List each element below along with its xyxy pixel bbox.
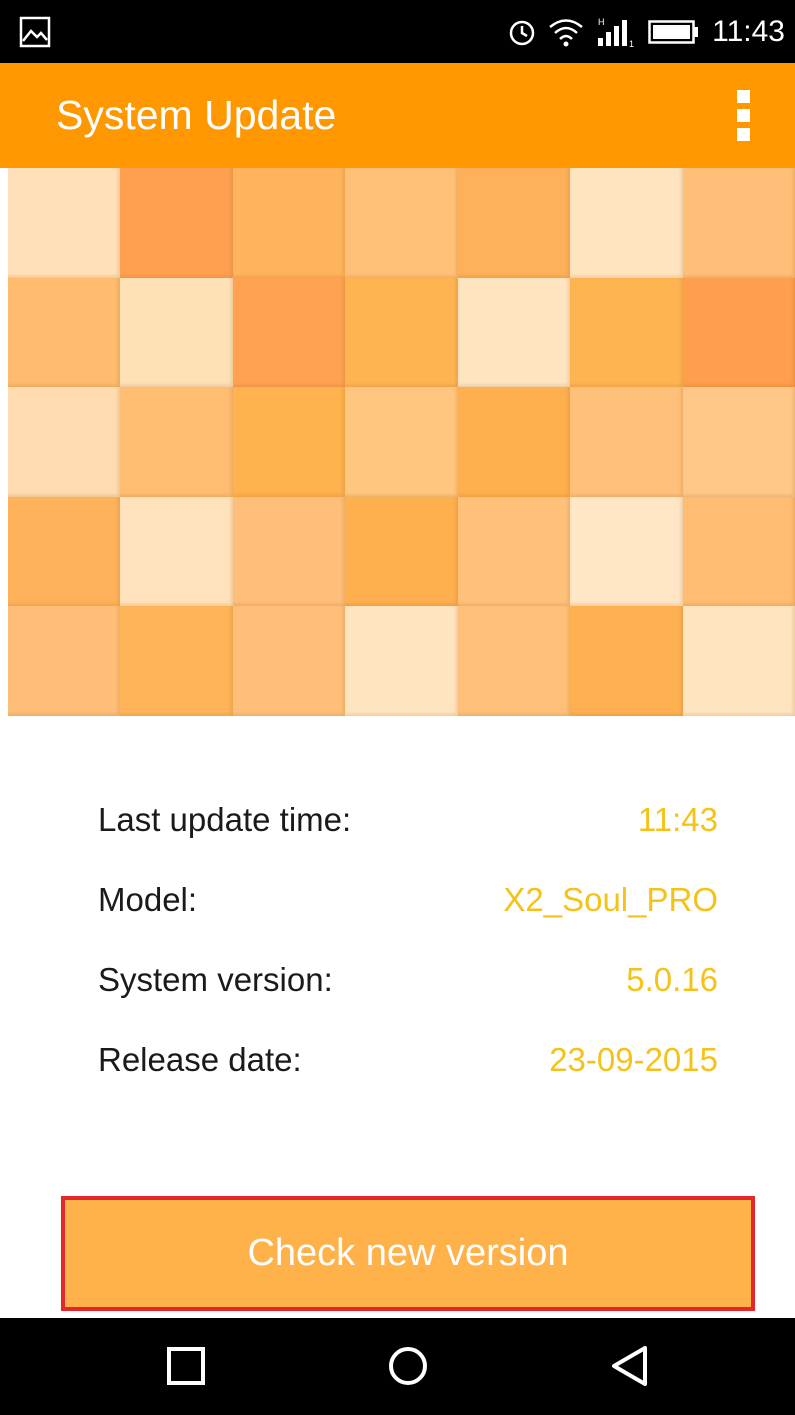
status-bar: H 1 11:43 [0, 0, 795, 63]
info-label: System version: [98, 961, 333, 998]
hero-tile [570, 387, 683, 497]
hero-tile [682, 387, 795, 497]
hero-tile [682, 168, 795, 278]
hero-tile [232, 496, 346, 607]
signal-icon: H 1 [598, 17, 634, 48]
svg-text:H: H [598, 17, 605, 27]
check-new-version-button[interactable]: Check new version [61, 1196, 755, 1311]
hero-tile [8, 496, 121, 607]
status-time: 11:43 [712, 15, 785, 48]
info-value: 11:43 [637, 801, 718, 838]
info-value: X2_Soul_PRO [503, 881, 718, 918]
update-info: Last update time: 11:43 Model: X2_Soul_PRO S… [98, 780, 718, 1100]
hero-tile [682, 277, 795, 388]
info-label: Model: [98, 881, 198, 918]
status-icons: H 1 11:43 [508, 0, 785, 63]
recents-button[interactable] [156, 1336, 216, 1396]
info-value: 23-09-2015 [549, 1041, 718, 1078]
hero-tile [232, 277, 346, 388]
hero-tile [232, 606, 346, 716]
hero-tile [570, 277, 683, 388]
hero-tile [120, 168, 233, 278]
app-bar: System Update [0, 63, 795, 168]
hero-tile [120, 277, 233, 388]
hero-tile [120, 606, 233, 716]
back-button[interactable] [600, 1336, 660, 1396]
wifi-icon [549, 18, 583, 46]
hero-tile [232, 387, 346, 497]
alarm-icon [509, 20, 535, 45]
battery-icon [648, 19, 699, 44]
hero-tile [457, 387, 571, 497]
gallery-icon [19, 16, 51, 48]
info-row: Release date: 23-09-2015 [98, 1020, 718, 1100]
info-label: Last update time: [98, 801, 352, 838]
hero-tile [345, 277, 458, 388]
hero-tile [682, 496, 795, 607]
overflow-menu-icon [736, 89, 750, 103]
hero-tile [8, 387, 121, 497]
hero-tile [8, 168, 121, 278]
info-row: System version: 5.0.16 [98, 940, 718, 1020]
page-title: System Update [56, 92, 337, 138]
overflow-menu-icon-dot [736, 108, 750, 122]
hero-tile [120, 387, 233, 497]
info-value: 5.0.16 [626, 961, 718, 998]
hero-tile [570, 606, 683, 716]
hero-tile [232, 168, 346, 278]
hero-tile [345, 496, 458, 607]
hero-tile [345, 168, 458, 278]
hero-tile [570, 168, 683, 278]
hero-tile [457, 277, 571, 388]
hero-tile [345, 387, 458, 497]
home-icon [389, 1347, 427, 1385]
hero-banner [8, 168, 795, 716]
info-row: Model: X2_Soul_PRO [98, 860, 718, 940]
navigation-bar [0, 1318, 795, 1415]
overflow-menu-icon-dot [736, 127, 750, 141]
info-label: Release date: [98, 1041, 302, 1078]
hero-tile [682, 606, 795, 716]
back-icon [612, 1346, 647, 1386]
hero-tile [345, 606, 458, 716]
svg-text:1: 1 [629, 39, 634, 48]
overflow-menu-button[interactable] [713, 83, 773, 147]
hero-tile [570, 496, 683, 607]
hero-tile [457, 606, 571, 716]
hero-tile [8, 277, 121, 388]
recents-icon [167, 1347, 205, 1385]
info-row: Last update time: 11:43 [98, 780, 718, 860]
home-button[interactable] [378, 1336, 438, 1396]
hero-tile [8, 606, 121, 716]
hero-tile [457, 496, 571, 607]
hero-tile [120, 496, 233, 607]
hero-tile [457, 168, 571, 278]
